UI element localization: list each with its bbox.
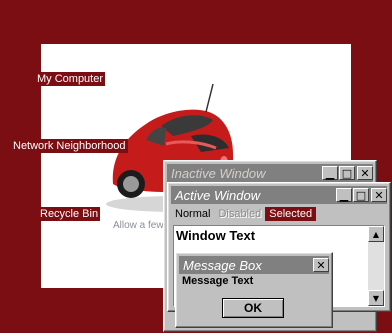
window-text: Window Text bbox=[176, 228, 256, 243]
maximize-button[interactable]: □ bbox=[353, 188, 369, 202]
message-box[interactable]: Message Box ✕ Message Text OK bbox=[175, 252, 333, 328]
close-icon: ✕ bbox=[374, 188, 384, 202]
minimize-icon: ▁ bbox=[339, 188, 349, 202]
minimize-button[interactable]: ▁ bbox=[336, 188, 352, 202]
active-window-titlebar[interactable]: Active Window ▁ □ ✕ bbox=[171, 186, 387, 204]
close-icon: ✕ bbox=[360, 166, 370, 180]
desktop: Allow a few My Computer Network Neighbor… bbox=[0, 0, 392, 333]
scroll-up-button[interactable]: ▲ bbox=[368, 226, 384, 242]
close-button[interactable]: ✕ bbox=[313, 258, 329, 272]
maximize-icon: □ bbox=[341, 166, 353, 180]
menu-item-selected[interactable]: Selected bbox=[265, 207, 317, 221]
menu-item-disabled: Disabled bbox=[218, 208, 262, 220]
message-box-titlebar[interactable]: Message Box ✕ bbox=[179, 256, 329, 274]
menu-item-normal[interactable]: Normal bbox=[171, 207, 214, 221]
active-window-title: Active Window bbox=[175, 187, 261, 203]
inactive-window-title: Inactive Window bbox=[171, 165, 266, 181]
desktop-icon-network-neighborhood-label[interactable]: Network Neighborhood bbox=[11, 139, 128, 153]
message-text: Message Text bbox=[182, 275, 254, 287]
triangle-up-icon: ▲ bbox=[372, 229, 380, 239]
inactive-window-titlebar[interactable]: Inactive Window ▁ □ ✕ bbox=[167, 164, 373, 182]
close-button[interactable]: ✕ bbox=[371, 188, 387, 202]
scroll-down-button[interactable]: ▼ bbox=[368, 290, 384, 306]
maximize-icon: □ bbox=[355, 188, 367, 202]
wallpaper-caption: Allow a few bbox=[113, 220, 164, 231]
maximize-button[interactable]: □ bbox=[339, 166, 355, 180]
minimize-icon: ▁ bbox=[325, 166, 335, 180]
vertical-scrollbar[interactable]: ▲ ▼ bbox=[368, 226, 384, 306]
menu-bar: Normal Disabled Selected bbox=[171, 206, 387, 222]
ok-button[interactable]: OK bbox=[222, 298, 284, 318]
close-icon: ✕ bbox=[316, 258, 326, 272]
triangle-down-icon: ▼ bbox=[372, 293, 380, 303]
message-box-title: Message Box bbox=[183, 257, 262, 273]
desktop-icon-recycle-bin-label[interactable]: Recycle Bin bbox=[38, 207, 101, 221]
minimize-button[interactable]: ▁ bbox=[322, 166, 338, 180]
close-button[interactable]: ✕ bbox=[357, 166, 373, 180]
desktop-icon-my-computer-label[interactable]: My Computer bbox=[35, 72, 106, 86]
